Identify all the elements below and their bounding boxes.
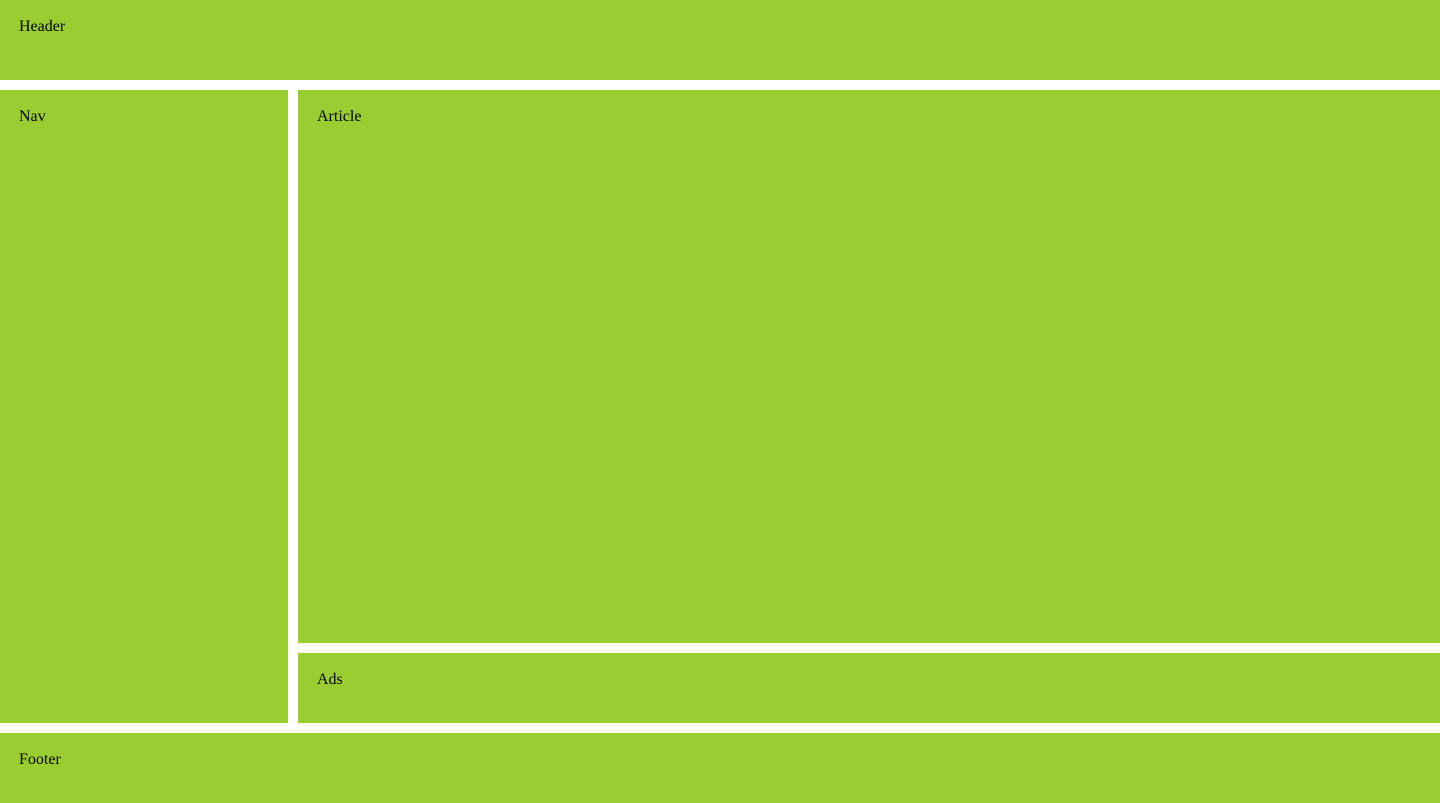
header-label: Header	[19, 18, 66, 35]
page-header: Header	[0, 0, 1440, 80]
article-panel: Article	[298, 90, 1440, 643]
ads-panel: Ads	[298, 653, 1440, 723]
page-footer: Footer	[0, 733, 1440, 803]
article-label: Article	[317, 108, 362, 125]
nav-panel: Nav	[0, 90, 288, 723]
footer-label: Footer	[19, 751, 61, 768]
ads-label: Ads	[317, 671, 343, 688]
nav-label: Nav	[19, 108, 46, 125]
